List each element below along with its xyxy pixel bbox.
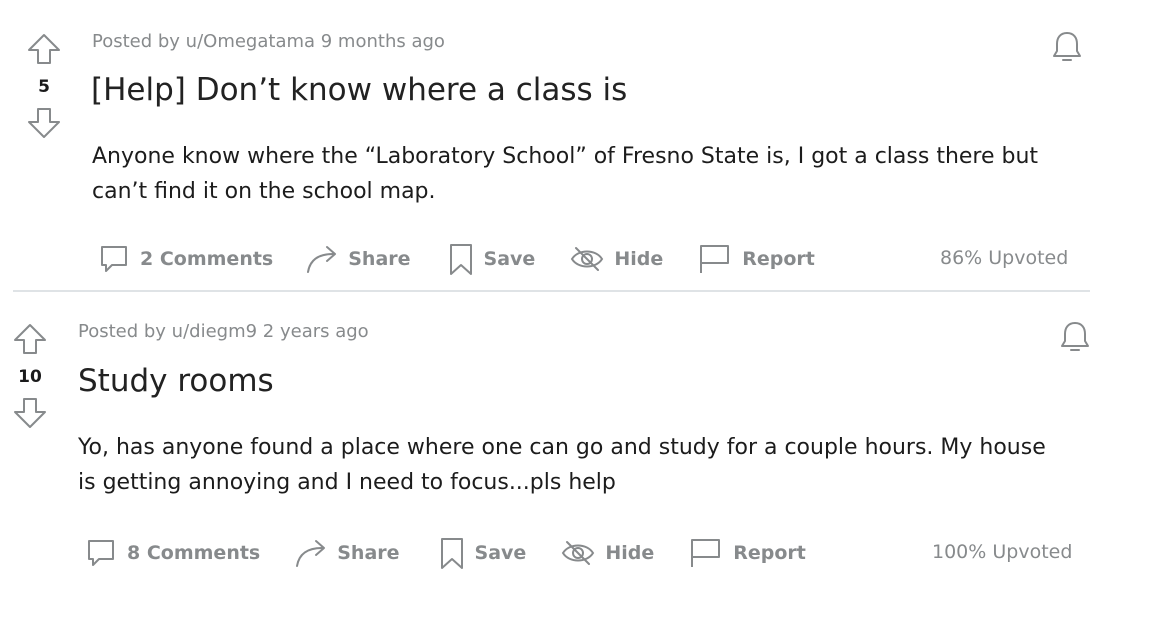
vote-column: 5	[24, 32, 64, 140]
upvote-ratio: 86% Upvoted	[940, 247, 1069, 269]
comments-button[interactable]: 2 Comments	[97, 242, 273, 276]
comments-label: 8 Comments	[127, 542, 261, 564]
save-label: Save	[483, 248, 536, 270]
hide-button[interactable]: Hide	[560, 538, 654, 568]
bell-icon[interactable]	[1058, 319, 1092, 355]
share-arrow-icon	[307, 246, 337, 273]
eye-slash-icon	[562, 541, 595, 565]
post-meta: Posted by u/diegm9 2 years ago	[78, 321, 369, 342]
save-label: Save	[474, 542, 527, 564]
report-button[interactable]: Report	[688, 536, 806, 570]
eye-slash-icon	[571, 247, 604, 271]
vote-column: 10	[10, 322, 50, 430]
bell-icon[interactable]	[1050, 29, 1084, 65]
upvote-arrow-icon[interactable]	[26, 32, 62, 66]
report-label: Report	[742, 248, 815, 270]
comment-bubble-icon	[88, 540, 114, 566]
save-button[interactable]: Save	[438, 535, 527, 571]
comments-button[interactable]: 8 Comments	[84, 536, 260, 570]
post-actions: 2 Comments Share Save Hide Report	[97, 239, 815, 279]
share-label: Share	[337, 542, 400, 564]
downvote-arrow-icon[interactable]	[26, 106, 62, 140]
comment-bubble-icon	[101, 246, 127, 272]
downvote-arrow-icon[interactable]	[12, 396, 48, 430]
share-label: Share	[348, 248, 411, 270]
save-button[interactable]: Save	[447, 241, 536, 277]
share-button[interactable]: Share	[294, 536, 400, 570]
post-body-line: can’t find it on the school map.	[92, 179, 436, 204]
report-button[interactable]: Report	[697, 242, 815, 276]
post-actions: 8 Comments Share Save Hide Report	[84, 533, 806, 573]
hide-label: Hide	[605, 542, 655, 564]
bookmark-icon	[440, 538, 463, 569]
share-arrow-icon	[296, 540, 326, 567]
share-button[interactable]: Share	[305, 242, 411, 276]
hide-label: Hide	[614, 248, 664, 270]
post-body: Yo, has anyone found a place where one c…	[78, 430, 1046, 500]
vote-score: 10	[18, 367, 42, 387]
comments-label: 2 Comments	[140, 248, 274, 270]
post-meta: Posted by u/Omegatama 9 months ago	[92, 31, 445, 52]
post-body-line: Anyone know where the “Laboratory School…	[92, 144, 1039, 169]
vote-score: 5	[38, 77, 50, 97]
upvote-arrow-icon[interactable]	[12, 322, 48, 356]
post-card[interactable]: 10 Posted by u/diegm9 2 years ago Study …	[0, 292, 1100, 592]
post-body-line: is getting annoying and I need to focus.…	[78, 470, 616, 495]
hide-button[interactable]: Hide	[569, 244, 663, 274]
post-title[interactable]: [Help] Don’t know where a class is	[91, 71, 627, 109]
report-label: Report	[733, 542, 806, 564]
flag-icon	[691, 539, 721, 567]
post-body: Anyone know where the “Laboratory School…	[92, 139, 1038, 209]
post-title[interactable]: Study rooms	[78, 362, 274, 400]
post-body-line: Yo, has anyone found a place where one c…	[78, 435, 1046, 460]
upvote-ratio: 100% Upvoted	[932, 541, 1073, 563]
bookmark-icon	[449, 244, 472, 275]
post-card[interactable]: 5 Posted by u/Omegatama 9 months ago [He…	[0, 0, 1100, 292]
flag-icon	[700, 245, 730, 273]
